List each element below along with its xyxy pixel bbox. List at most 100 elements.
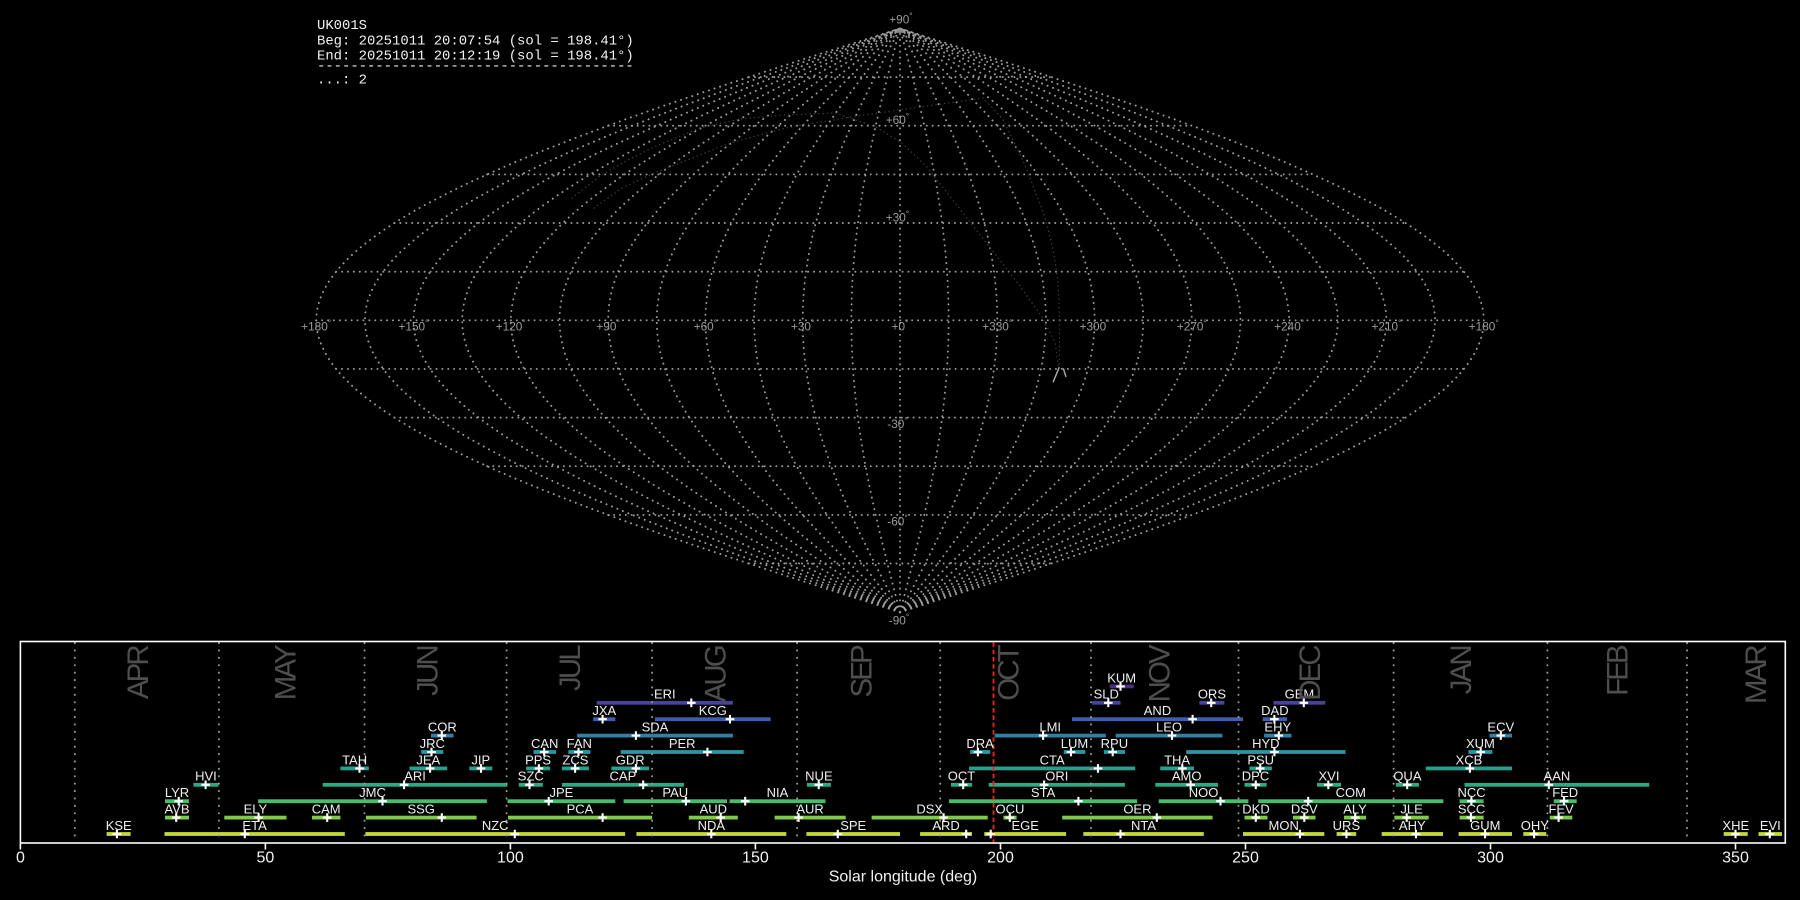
svg-text:JMC: JMC — [359, 785, 386, 800]
svg-text:JUL: JUL — [554, 645, 587, 691]
svg-text:+90°: +90° — [889, 11, 912, 27]
svg-text:100: 100 — [497, 850, 524, 867]
svg-text:ALY: ALY — [1343, 802, 1367, 817]
svg-text:EGE: EGE — [1011, 818, 1039, 833]
svg-text:ARD: ARD — [932, 818, 959, 833]
svg-text:GDR: GDR — [616, 752, 645, 767]
svg-text:FED: FED — [1552, 785, 1578, 800]
svg-text:350: 350 — [1722, 850, 1749, 867]
svg-text:KUM: KUM — [1107, 670, 1136, 685]
svg-text:ARI: ARI — [404, 769, 426, 784]
svg-text:RPU: RPU — [1101, 736, 1128, 751]
svg-text:ELY: ELY — [244, 802, 268, 817]
svg-text:OCT: OCT — [948, 769, 976, 784]
svg-text:250: 250 — [1232, 850, 1259, 867]
svg-text:200: 200 — [987, 850, 1014, 867]
svg-text:PAU: PAU — [662, 785, 688, 800]
svg-text:CTA: CTA — [1040, 752, 1065, 767]
svg-text:JXA: JXA — [592, 703, 616, 718]
svg-text:+90°: +90° — [596, 318, 619, 334]
svg-text:JAN: JAN — [1445, 647, 1478, 695]
svg-text:EVI: EVI — [1760, 818, 1781, 833]
svg-text:JIP: JIP — [471, 752, 490, 767]
svg-text:DEC: DEC — [1294, 645, 1327, 701]
svg-text:+120°: +120° — [496, 318, 526, 334]
svg-text:+60°: +60° — [886, 111, 909, 127]
svg-text:PER: PER — [669, 736, 696, 751]
svg-text:SSG: SSG — [407, 802, 434, 817]
svg-text:DSV: DSV — [1291, 802, 1318, 817]
svg-text:JLE: JLE — [1400, 802, 1423, 817]
svg-text:300: 300 — [1477, 850, 1504, 867]
svg-text:DPC: DPC — [1242, 769, 1269, 784]
svg-text:APR: APR — [122, 646, 155, 700]
svg-text:COM: COM — [1336, 785, 1366, 800]
svg-text:MAR: MAR — [1740, 646, 1773, 704]
svg-text:50: 50 — [257, 850, 275, 867]
svg-text:CAM: CAM — [312, 802, 341, 817]
svg-text:ECV: ECV — [1487, 720, 1514, 735]
svg-text:AND: AND — [1144, 703, 1171, 718]
svg-text:HVI: HVI — [195, 769, 217, 784]
svg-text:KSE: KSE — [106, 818, 132, 833]
svg-text:QUA: QUA — [1393, 769, 1422, 784]
svg-text:XVI: XVI — [1319, 769, 1340, 784]
svg-text:AHY: AHY — [1399, 818, 1426, 833]
svg-text:0: 0 — [16, 850, 25, 867]
svg-text:+180°: +180° — [301, 318, 331, 334]
svg-text:AAN: AAN — [1544, 769, 1571, 784]
svg-text:PPS: PPS — [525, 752, 551, 767]
svg-text:NIA: NIA — [767, 785, 789, 800]
svg-text:CAP: CAP — [610, 769, 637, 784]
svg-text:SPE: SPE — [840, 818, 866, 833]
svg-text:HYD: HYD — [1252, 736, 1279, 751]
svg-text:AUR: AUR — [796, 802, 823, 817]
svg-text:DSX: DSX — [916, 802, 943, 817]
svg-text:DKD: DKD — [1242, 802, 1269, 817]
svg-text:150: 150 — [742, 850, 769, 867]
svg-text:Beg: 20251011 20:07:54 (sol =: Beg: 20251011 20:07:54 (sol = 198.41°) — [317, 33, 634, 49]
svg-text:+60°: +60° — [694, 318, 717, 334]
svg-text:LYR: LYR — [165, 785, 189, 800]
svg-text:+240°: +240° — [1274, 318, 1304, 334]
svg-text:JPE: JPE — [549, 785, 573, 800]
svg-text:+330°: +330° — [982, 318, 1012, 334]
svg-text:LUM: LUM — [1061, 736, 1088, 751]
svg-text:CAN: CAN — [531, 736, 558, 751]
svg-text:XHE: XHE — [1722, 818, 1749, 833]
svg-text:GUM: GUM — [1470, 818, 1500, 833]
svg-text:+180°: +180° — [1469, 318, 1499, 334]
svg-text:Solar longitude (deg): Solar longitude (deg) — [829, 869, 978, 886]
svg-text:NTA: NTA — [1131, 818, 1156, 833]
svg-text:MAY: MAY — [270, 644, 303, 700]
svg-text:NOO: NOO — [1189, 785, 1219, 800]
svg-text:PSU: PSU — [1247, 752, 1274, 767]
svg-text:AUD: AUD — [700, 802, 727, 817]
svg-text:+210°: +210° — [1372, 318, 1402, 334]
svg-text:AMO: AMO — [1172, 769, 1202, 784]
svg-text:JUN: JUN — [412, 647, 445, 696]
svg-text:AVB: AVB — [164, 802, 189, 817]
svg-text:JEA: JEA — [416, 752, 440, 767]
svg-text:...: 2: ...: 2 — [317, 73, 367, 89]
svg-text:URS: URS — [1333, 818, 1361, 833]
svg-text:SDA: SDA — [642, 720, 669, 735]
svg-text:+30°: +30° — [791, 318, 814, 334]
svg-text:FEV: FEV — [1548, 802, 1574, 817]
svg-text:NCC: NCC — [1458, 785, 1486, 800]
svg-text:SLD: SLD — [1094, 687, 1119, 702]
svg-text:ORS: ORS — [1198, 687, 1227, 702]
svg-text:DRA: DRA — [966, 736, 994, 751]
svg-text:NZC: NZC — [482, 818, 509, 833]
svg-text:NUE: NUE — [805, 769, 833, 784]
svg-text:LMI: LMI — [1039, 720, 1061, 735]
svg-text:OER: OER — [1123, 802, 1151, 817]
svg-text:COR: COR — [428, 720, 457, 735]
svg-text:AUG: AUG — [700, 646, 733, 702]
svg-text:KCG: KCG — [699, 703, 727, 718]
svg-text:PCA: PCA — [567, 802, 594, 817]
svg-text:DAD: DAD — [1261, 703, 1288, 718]
svg-text:LEO: LEO — [1156, 720, 1182, 735]
svg-text:+150°: +150° — [399, 318, 429, 334]
svg-text:OCU: OCU — [996, 802, 1025, 817]
